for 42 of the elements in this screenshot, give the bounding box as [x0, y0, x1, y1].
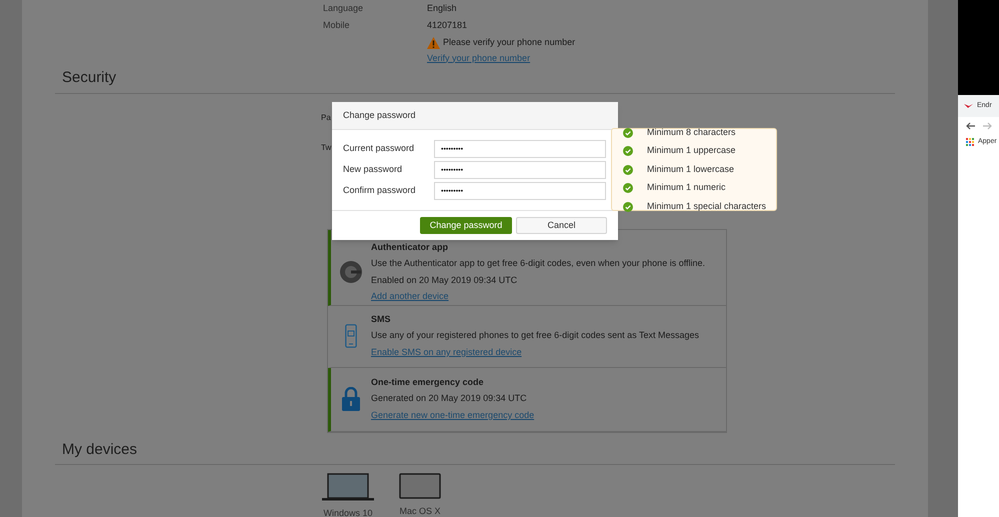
method-description: Use any of your registered phones to get free 6-digit codes sent as Text Messages: [371, 329, 700, 342]
field-label: Tw: [321, 142, 332, 154]
field-label: Confirm password: [343, 184, 417, 198]
back-icon[interactable]: [966, 122, 975, 130]
dialog-title: Change password: [343, 108, 416, 122]
field-label: Pa: [321, 112, 331, 124]
method-title: Authenticator app: [371, 240, 450, 254]
method-link[interactable]: Generate new one-time emergency code: [371, 408, 534, 422]
field-value: English: [427, 2, 457, 15]
field-value: 41207181: [427, 18, 468, 32]
monitor-icon: [399, 473, 441, 499]
requirement-text: Minimum 1 numeric: [647, 181, 726, 194]
method-link[interactable]: Enable SMS on any registered device: [371, 346, 700, 360]
warning-text: Please verify your phone number: [443, 36, 576, 49]
field-label: Mobile: [323, 18, 351, 32]
warning-icon: [427, 36, 440, 49]
device-name[interactable]: Windows 10: [323, 507, 373, 517]
requirement-text: Minimum 8 characters: [647, 126, 736, 139]
laptop-icon: [322, 473, 374, 501]
padlock-icon: [342, 387, 360, 411]
section-heading: My devices: [61, 440, 138, 458]
method-status: Generated on 20 May 2019 09:34 UTC: [371, 392, 528, 406]
requirement-text: Minimum 1 uppercase: [647, 144, 736, 158]
device-name[interactable]: Mac OS X: [399, 505, 440, 517]
method-title: One-time emergency code: [371, 376, 485, 389]
apps-grid-icon[interactable]: [966, 138, 974, 146]
method-title: SMS: [371, 312, 392, 326]
verify-link[interactable]: Verify your phone number: [427, 52, 530, 62]
method-description: Use the Authenticator app to get free 6-digit codes, even when your phone is offline.: [371, 257, 706, 270]
field-label: New password: [343, 163, 404, 176]
section-heading: Security: [61, 69, 116, 86]
cancel-button[interactable]: Cancel: [516, 217, 607, 234]
field-label: Language: [323, 2, 364, 15]
requirement-text: Minimum 1 lowercase: [647, 162, 734, 176]
tab-favicon-icon: [964, 103, 973, 109]
change-password-button[interactable]: Change password: [420, 217, 512, 234]
field-label: Current password: [343, 142, 416, 156]
method-status: Enabled on 20 May 2019 09:34 UTC: [371, 274, 518, 287]
phone-icon: [345, 324, 357, 348]
method-link[interactable]: Add another device: [371, 290, 706, 304]
authenticator-icon: [340, 261, 362, 283]
requirement-text: Minimum 1 special characters: [647, 200, 766, 213]
